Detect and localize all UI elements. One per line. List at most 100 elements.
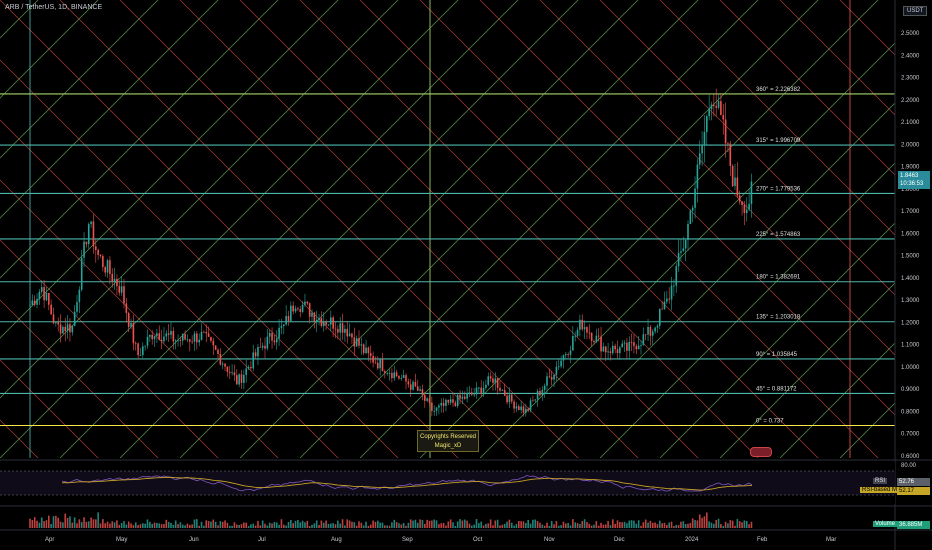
candle-body <box>480 387 482 394</box>
price-tick-label: 1.1000 <box>901 343 920 349</box>
volume-bar <box>320 520 323 528</box>
volume-bar <box>113 522 116 528</box>
volume-bar <box>111 521 114 528</box>
alert-icon[interactable] <box>750 447 772 457</box>
candle-body <box>708 109 710 117</box>
volume-bar <box>393 519 396 528</box>
volume-bar <box>442 522 445 528</box>
volume-bar <box>713 523 715 528</box>
candle-body <box>520 406 522 411</box>
candle-body <box>449 399 452 403</box>
candle-body <box>113 278 116 282</box>
candle-body <box>203 331 205 333</box>
candle-body <box>548 376 551 378</box>
volume-bar <box>236 524 238 528</box>
candle-body <box>621 343 623 348</box>
candle-body <box>649 326 652 336</box>
volume-bar <box>52 516 55 528</box>
candle-body <box>40 287 43 292</box>
gann-level-label: 270° = 1.779536 <box>756 186 801 192</box>
candle-body <box>120 286 123 293</box>
volume-bar <box>341 519 344 528</box>
candle-body <box>304 301 306 305</box>
volume-bar <box>50 524 52 528</box>
volume-bar <box>532 519 534 528</box>
candle-body <box>647 326 649 335</box>
candle-body <box>59 324 62 334</box>
volume-bar <box>487 523 490 528</box>
volume-bar <box>635 523 638 528</box>
volume-bar <box>31 520 34 528</box>
volume-bar <box>621 522 623 528</box>
volume-bar <box>440 523 443 528</box>
volume-bar <box>654 522 656 528</box>
volume-bar <box>134 522 137 528</box>
chart-canvas[interactable]: 360° = 2.226382 315° = 1.996709 270° = 1.7… <box>0 0 932 550</box>
volume-bar <box>330 523 332 528</box>
candle-body <box>205 331 208 334</box>
candle-body <box>243 374 245 383</box>
volume-bar <box>99 523 102 528</box>
candle-body <box>330 317 332 325</box>
volume-bar <box>36 520 38 528</box>
candle-body <box>703 132 706 146</box>
volume-bar <box>745 520 748 528</box>
candle-body <box>525 408 527 413</box>
candle-body <box>454 402 457 406</box>
volume-bar <box>743 520 746 528</box>
month-label: Oct <box>473 537 483 543</box>
candle-body <box>633 342 635 347</box>
volume-bar <box>339 523 341 528</box>
volume-bar <box>644 519 647 528</box>
candle-body <box>609 351 612 354</box>
candle-body <box>87 224 90 245</box>
candle-body <box>90 221 92 225</box>
rsi-tick-label: 80.00 <box>901 463 917 469</box>
candle-body <box>245 368 247 375</box>
candle-body <box>193 333 196 342</box>
candle-body <box>501 389 504 391</box>
candle-body <box>137 343 139 356</box>
candle-body <box>142 346 144 356</box>
candle-body <box>278 327 280 339</box>
candle-body <box>109 260 111 274</box>
volume-bar <box>600 522 602 528</box>
volume-bar <box>76 523 78 528</box>
volume-bar <box>165 519 168 528</box>
currency-button[interactable]: USDT <box>903 6 928 16</box>
volume-bar <box>73 517 76 528</box>
volume-bar <box>445 525 447 528</box>
volume-bar <box>332 523 334 528</box>
volume-bar <box>555 521 558 528</box>
volume-bar <box>123 521 125 528</box>
candle-body <box>146 336 149 346</box>
price-tick-label: 0.6000 <box>901 454 920 460</box>
volume-bar <box>529 523 532 528</box>
volume-bar <box>224 520 226 528</box>
volume-bar <box>221 521 224 528</box>
month-label: Apr <box>45 537 54 543</box>
candle-body <box>651 331 654 336</box>
volume-bar <box>736 519 739 528</box>
volume-bar <box>738 521 741 528</box>
candle-body <box>102 256 104 268</box>
volume-bar <box>283 524 285 528</box>
candle-body <box>36 298 38 305</box>
volume-bar <box>83 517 85 528</box>
volume-bar <box>367 525 370 528</box>
volume-bar <box>518 520 520 528</box>
chart-title: ARB / TetherUS, 1D, BINANCE <box>5 4 103 11</box>
month-label: Dec <box>614 537 625 543</box>
volume-pane <box>0 505 932 528</box>
volume-bar <box>409 519 412 528</box>
candle-body <box>360 344 363 346</box>
gann-line-down <box>479 0 895 416</box>
candle-body <box>640 344 642 346</box>
candle-body <box>485 384 487 388</box>
volume-bar <box>734 525 736 528</box>
volume-bar <box>280 519 283 528</box>
volume-bar <box>313 523 316 528</box>
candle-body <box>106 260 109 273</box>
price-tick-label: 1.9000 <box>901 165 920 171</box>
price-tick-label: 2.2000 <box>901 98 920 104</box>
